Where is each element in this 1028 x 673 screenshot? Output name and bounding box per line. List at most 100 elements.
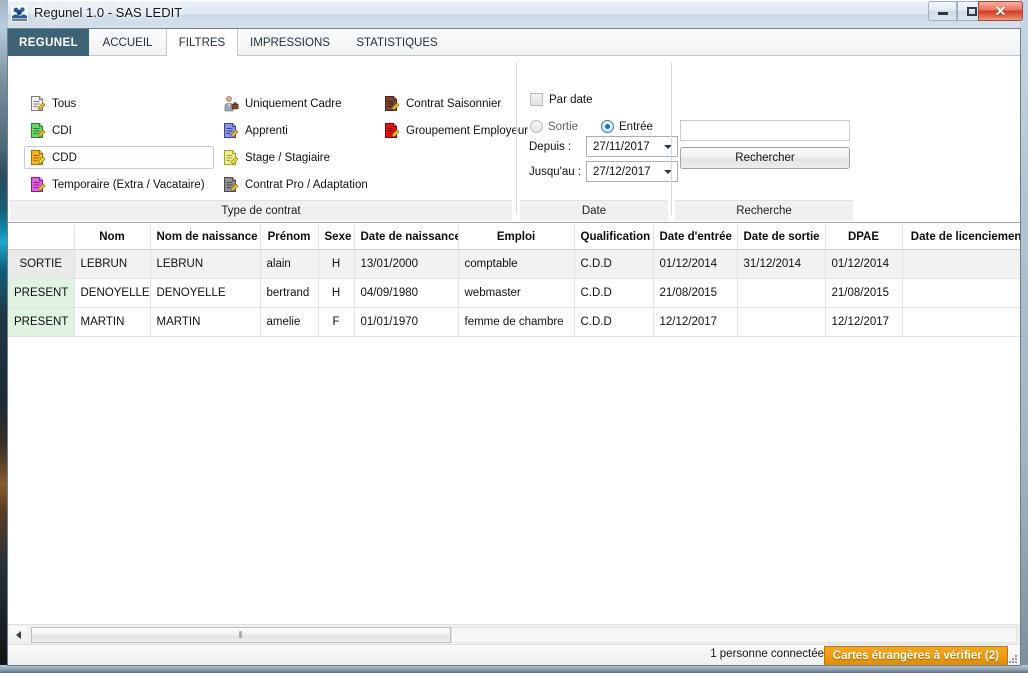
cell-licencie[interactable] bbox=[902, 249, 1020, 279]
resize-grip-icon[interactable] bbox=[1006, 651, 1018, 663]
horizontal-scrollbar[interactable]: ⦀ bbox=[8, 624, 1020, 645]
filter-cdi[interactable]: CDI bbox=[24, 119, 214, 142]
radio-sortie[interactable]: Sortie bbox=[530, 120, 578, 133]
cell-entree[interactable]: 21/08/2015 bbox=[653, 278, 738, 308]
cell-sexe[interactable]: H bbox=[318, 249, 355, 279]
cell-prenom[interactable]: bertrand bbox=[260, 278, 319, 308]
cell-status[interactable]: PRESENT bbox=[8, 278, 75, 308]
group-caption-recherche: Recherche bbox=[675, 200, 853, 221]
tab-filtres[interactable]: FILTRES bbox=[166, 29, 238, 57]
window-title: Regunel 1.0 - SAS LEDIT bbox=[34, 5, 183, 20]
cell-licencie[interactable] bbox=[902, 278, 1020, 308]
filter-tous[interactable]: Tous bbox=[24, 92, 214, 115]
scroll-left-icon[interactable] bbox=[9, 626, 27, 643]
app-users-icon[interactable] bbox=[11, 5, 28, 22]
label-depuis: Depuis : bbox=[529, 141, 572, 153]
table-row[interactable]: PRESENT MARTIN MARTIN amelie F 01/01/1970 femm… bbox=[8, 307, 1020, 337]
cell-qualif[interactable]: C.D.D bbox=[574, 249, 654, 279]
column-header-prenom[interactable]: Prénom bbox=[260, 225, 319, 250]
filter-uniquement-cadre[interactable]: Uniquement Cadre bbox=[217, 92, 377, 115]
foreign-cards-alert-button[interactable]: Cartes étrangères à vérifier (2) bbox=[823, 646, 1008, 665]
cell-sortie[interactable] bbox=[737, 307, 826, 337]
column-header-sortie[interactable]: Date de sortie bbox=[737, 225, 826, 250]
rechercher-button[interactable]: Rechercher bbox=[680, 147, 850, 169]
column-header-licencie[interactable]: Date de licenciement bbox=[902, 225, 1020, 250]
cell-licencie[interactable] bbox=[902, 307, 1020, 337]
cell-ddn[interactable]: 01/01/1970 bbox=[354, 307, 459, 337]
column-header-sexe[interactable]: Sexe bbox=[318, 225, 355, 250]
tab-impressions-label: IMPRESSIONS bbox=[250, 36, 330, 49]
cell-nom[interactable]: MARTIN bbox=[74, 307, 151, 337]
employee-table: Nom Nom de naissance Prénom Sexe Date de nai… bbox=[8, 225, 1020, 337]
cell-status[interactable]: SORTIE bbox=[8, 249, 75, 279]
cell-sexe[interactable]: H bbox=[318, 278, 355, 308]
filter-apprenti[interactable]: Apprenti bbox=[217, 119, 377, 142]
cell-prenom[interactable]: alain bbox=[260, 249, 319, 279]
column-header-entree[interactable]: Date d'entrée bbox=[653, 225, 738, 250]
cell-nom[interactable]: LEBRUN bbox=[74, 249, 151, 279]
window-left-edge bbox=[0, 0, 8, 673]
cell-prenom[interactable]: amelie bbox=[260, 307, 319, 337]
column-header-nom[interactable]: Nom bbox=[74, 225, 151, 250]
cell-entree[interactable]: 12/12/2017 bbox=[653, 307, 738, 337]
cell-qualif[interactable]: C.D.D bbox=[574, 307, 654, 337]
filter-stage[interactable]: Stage / Stagiaire bbox=[217, 146, 377, 169]
cell-dpae[interactable]: 01/12/2014 bbox=[825, 249, 903, 279]
minimize-button[interactable] bbox=[928, 1, 957, 21]
cell-emploi[interactable]: webmaster bbox=[458, 278, 575, 308]
tab-statistiques[interactable]: STATISTIQUES bbox=[342, 29, 452, 56]
column-header-qualif[interactable]: Qualification bbox=[574, 225, 654, 250]
cell-sexe[interactable]: F bbox=[318, 307, 355, 337]
cell-naissance[interactable]: DENOYELLE bbox=[150, 278, 261, 308]
date-depuis-combo[interactable]: 27/11/2017 bbox=[586, 136, 678, 157]
column-header-ddn[interactable]: Date de naissance bbox=[354, 225, 459, 250]
cell-qualif[interactable]: C.D.D bbox=[574, 278, 654, 308]
tab-regunel[interactable]: REGUNEL bbox=[8, 29, 89, 56]
column-header-emploi[interactable]: Emploi bbox=[458, 225, 575, 250]
date-jusquau-combo[interactable]: 27/12/2017 bbox=[586, 161, 678, 182]
cell-ddn[interactable]: 13/01/2000 bbox=[354, 249, 459, 279]
tab-accueil[interactable]: ACCUEIL bbox=[89, 29, 166, 56]
checkbox-par-date-label: Par date bbox=[549, 93, 593, 106]
column-header-status[interactable] bbox=[8, 225, 75, 250]
cell-emploi[interactable]: femme de chambre bbox=[458, 307, 575, 337]
cell-emploi[interactable]: comptable bbox=[458, 249, 575, 279]
column-header-dpae[interactable]: DPAE bbox=[825, 225, 903, 250]
filter-apprenti-label: Apprenti bbox=[245, 124, 288, 137]
filter-cdd[interactable]: CDD bbox=[24, 146, 214, 169]
cell-entree[interactable]: 01/12/2014 bbox=[653, 249, 738, 279]
radio-button-icon bbox=[530, 120, 543, 133]
statusbar: 1 personne connectée Cartes étrangères à… bbox=[8, 644, 1020, 665]
filter-temporaire-label: Temporaire (Extra / Vacataire) bbox=[52, 178, 205, 191]
employee-grid[interactable]: Nom Nom de naissance Prénom Sexe Date de nai… bbox=[8, 224, 1020, 646]
cell-nom[interactable]: DENOYELLE bbox=[74, 278, 151, 308]
filter-cdi-label: CDI bbox=[52, 124, 72, 137]
filter-temporaire[interactable]: Temporaire (Extra / Vacataire) bbox=[24, 173, 214, 196]
table-row[interactable]: PRESENT DENOYELLE DENOYELLE bertrand H 04/09/… bbox=[8, 278, 1020, 308]
cell-status[interactable]: PRESENT bbox=[8, 307, 75, 337]
titlebar[interactable]: Regunel 1.0 - SAS LEDIT ✕ bbox=[0, 0, 1028, 29]
scrollbar-track[interactable] bbox=[451, 627, 1017, 643]
connected-users-label: 1 personne connectée bbox=[710, 648, 824, 660]
cell-dpae[interactable]: 12/12/2017 bbox=[825, 307, 903, 337]
radio-entree[interactable]: Entrée bbox=[601, 120, 653, 133]
cell-sortie[interactable]: 31/12/2014 bbox=[737, 249, 826, 279]
filter-contrat-pro[interactable]: Contrat Pro / Adaptation bbox=[217, 173, 377, 196]
search-input bbox=[681, 121, 849, 141]
cell-ddn[interactable]: 04/09/1980 bbox=[354, 278, 459, 308]
cell-sortie[interactable] bbox=[737, 278, 826, 308]
close-button[interactable]: ✕ bbox=[978, 1, 1023, 21]
radio-button-selected-icon bbox=[601, 120, 614, 133]
scrollbar-thumb[interactable]: ⦀ bbox=[31, 627, 451, 643]
cell-naissance[interactable]: LEBRUN bbox=[150, 249, 261, 279]
filter-groupement-employeur-label: Groupement Employeur bbox=[406, 124, 529, 137]
filter-contrat-saisonnier[interactable]: Contrat Saisonnier bbox=[378, 92, 514, 115]
cell-naissance[interactable]: MARTIN bbox=[150, 307, 261, 337]
cell-dpae[interactable]: 21/08/2015 bbox=[825, 278, 903, 308]
filter-groupement-employeur[interactable]: Groupement Employeur bbox=[378, 119, 528, 142]
column-header-naissance[interactable]: Nom de naissance bbox=[150, 225, 261, 250]
table-row[interactable]: SORTIE LEBRUN LEBRUN alain H 13/01/2000 compta… bbox=[8, 249, 1020, 279]
search-input-wrap[interactable] bbox=[680, 120, 850, 141]
checkbox-par-date[interactable]: Par date bbox=[530, 93, 592, 106]
tab-impressions[interactable]: IMPRESSIONS bbox=[238, 29, 342, 56]
